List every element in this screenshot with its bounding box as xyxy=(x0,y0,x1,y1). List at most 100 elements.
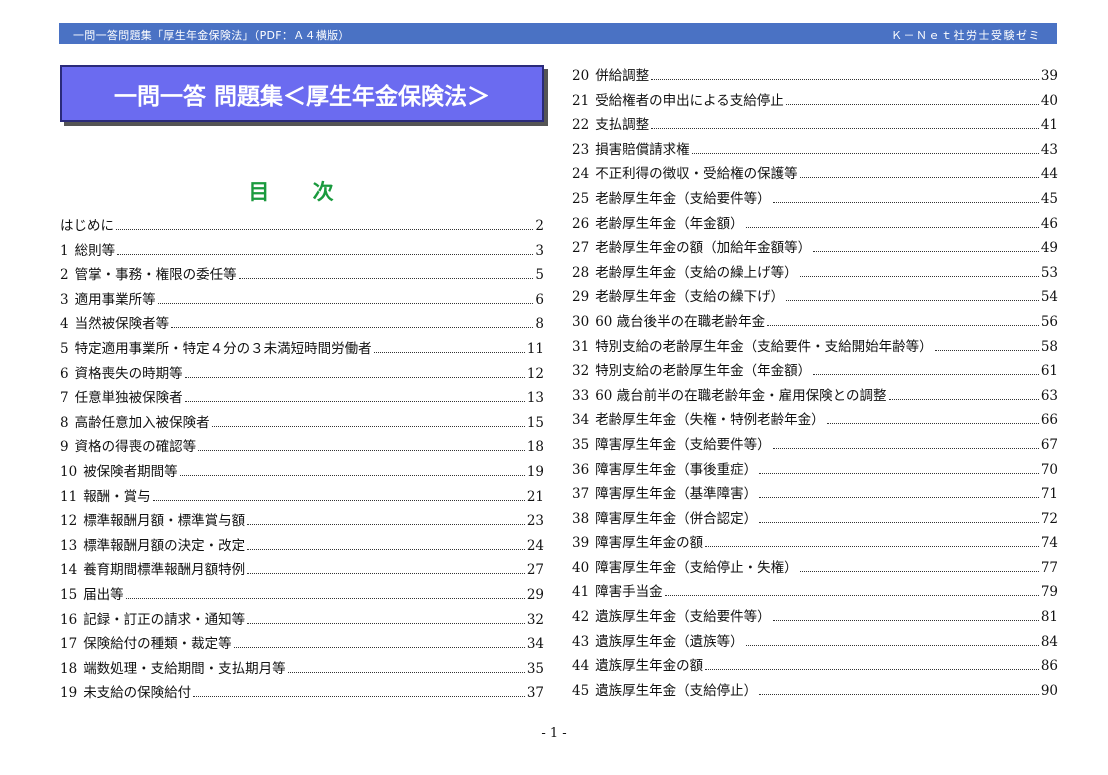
toc-entry-page: 63 xyxy=(1040,387,1058,404)
toc-entry[interactable]: 32 特別支給の老齢厚生年金（年金額） 61 xyxy=(572,359,1058,384)
toc-entry-number: 44 xyxy=(572,658,590,675)
toc-entry[interactable]: 36 障害厚生年金（事後重症） 70 xyxy=(572,458,1058,483)
toc-entry-page: 27 xyxy=(526,562,544,579)
toc-entry[interactable]: 39 障害厚生年金の額 74 xyxy=(572,531,1058,556)
toc-entry-label: 高齢任意加入被保険者 xyxy=(74,414,210,431)
toc-entry-number: 6 xyxy=(60,365,69,382)
toc-entry[interactable]: 2 管掌・事務・権限の委任等 5 xyxy=(60,263,544,288)
toc-entry[interactable]: 12 標準報酬月額・標準賞与額 23 xyxy=(60,509,544,534)
toc-entry-label: 保険給付の種類・裁定等 xyxy=(83,636,232,653)
toc-entry[interactable]: 8 高齢任意加入被保険者 15 xyxy=(60,411,544,436)
toc-entry[interactable]: 10 被保険者期間等 19 xyxy=(60,460,544,485)
toc-entry-page: 29 xyxy=(526,586,544,603)
toc-entry-page: 24 xyxy=(526,537,544,554)
toc-entry-page: 84 xyxy=(1040,633,1058,650)
toc-entry-label: 遺族厚生年金（遺族等） xyxy=(595,633,744,650)
toc-entry-page: 2 xyxy=(535,218,544,234)
toc-entry-label: 障害厚生年金（支給要件等） xyxy=(595,436,771,453)
toc-entry[interactable]: 18 端数処理・支給期間・支払期月等 35 xyxy=(60,657,544,682)
toc-entry-number: 30 xyxy=(572,313,590,330)
toc-entry[interactable]: 34 老齢厚生年金（失権・特例老齢年金） 66 xyxy=(572,408,1058,433)
toc-entry-label: 老齢厚生年金（支給の繰下げ） xyxy=(595,289,785,306)
toc-entry-number: 25 xyxy=(572,190,590,207)
toc-entry-label: 当然被保険者等 xyxy=(74,316,170,333)
toc-entry-page: 77 xyxy=(1040,559,1058,576)
toc-entry[interactable]: 7 任意単独被保険者 13 xyxy=(60,386,544,411)
toc-entry[interactable]: 25 老齢厚生年金（支給要件等） 45 xyxy=(572,187,1058,212)
toc-entry-page: 46 xyxy=(1040,215,1058,232)
toc-entry[interactable]: 4 当然被保険者等 8 xyxy=(60,312,544,337)
toc-entry[interactable]: 37 障害厚生年金（基準障害） 71 xyxy=(572,482,1058,507)
toc-entry-number: 31 xyxy=(572,338,590,355)
page-number: - 1 - xyxy=(541,726,567,741)
toc-dot-leader xyxy=(826,415,1039,425)
toc-entry-label: 資格喪失の時期等 xyxy=(74,365,183,382)
toc-dot-leader xyxy=(705,661,1039,671)
toc-entry-label: 支払調整 xyxy=(595,117,650,134)
toc-right-column: 20 併給調整 39 21 受給権者の申出による支給停止 40 22 支払調整 41 23 損害賠償… xyxy=(572,64,1058,703)
toc-entry[interactable]: 42 遺族厚生年金（支給要件等） 81 xyxy=(572,605,1058,630)
toc-entry[interactable]: 14 養育期間標準報酬月額特例 27 xyxy=(60,558,544,583)
toc-dot-leader xyxy=(179,467,525,476)
toc-entry-number: 17 xyxy=(60,636,78,653)
toc-entry[interactable]: 24 不正利得の徴収・受給権の保護等 44 xyxy=(572,162,1058,187)
toc-entry[interactable]: 44 遺族厚生年金の額 86 xyxy=(572,654,1058,679)
toc-entry[interactable]: 11 報酬・賞与 21 xyxy=(60,485,544,510)
toc-dot-leader xyxy=(287,664,525,673)
toc-dot-leader xyxy=(247,614,525,624)
toc-entry[interactable]: 38 障害厚生年金（併合認定） 72 xyxy=(572,507,1058,532)
toc-entry[interactable]: 23 損害賠償請求権 43 xyxy=(572,138,1058,163)
toc-entry[interactable]: 9 資格の得喪の確認等 18 xyxy=(60,435,544,460)
toc-dot-leader xyxy=(813,243,1039,253)
toc-entry-page: 72 xyxy=(1040,510,1058,527)
toc-entry[interactable]: 29 老齢厚生年金（支給の繰下げ） 54 xyxy=(572,285,1058,310)
toc-entry[interactable]: 19 未支給の保険給付 37 xyxy=(60,681,544,706)
toc-entry[interactable]: 40 障害厚生年金（支給停止・失権） 77 xyxy=(572,556,1058,581)
toc-entry[interactable]: 6 資格喪失の時期等 12 xyxy=(60,362,544,387)
toc-entry[interactable]: 13 標準報酬月額の決定・改定 24 xyxy=(60,534,544,559)
toc-entry[interactable]: 16 記録・訂正の請求・通知等 32 xyxy=(60,608,544,633)
toc-dot-leader xyxy=(705,538,1039,548)
toc-entry-number: 20 xyxy=(572,68,590,84)
toc-entry[interactable]: 43 遺族厚生年金（遺族等） 84 xyxy=(572,630,1058,655)
toc-entry[interactable]: 28 老齢厚生年金（支給の繰上げ等） 53 xyxy=(572,261,1058,286)
toc-entry[interactable]: 45 遺族厚生年金（支給停止） 90 xyxy=(572,679,1058,704)
toc-entry[interactable]: 30 60 歳台後半の在職老齢年金 56 xyxy=(572,310,1058,335)
toc-entry-label: 特定適用事業所・特定４分の３未満短時間労働者 xyxy=(74,340,372,357)
toc-entry[interactable]: 22 支払調整 41 xyxy=(572,113,1058,138)
toc-entry[interactable]: 5 特定適用事業所・特定４分の３未満短時間労働者 11 xyxy=(60,337,544,362)
toc-entry-label: 端数処理・支給期間・支払期月等 xyxy=(83,660,286,677)
toc-entry-label: 受給権者の申出による支給停止 xyxy=(595,92,784,109)
toc-entry[interactable]: 27 老齢厚生年金の額（加給年金額等） 49 xyxy=(572,236,1058,261)
toc-entry[interactable]: 41 障害手当金 79 xyxy=(572,580,1058,605)
toc-entry[interactable]: はじめに 2 xyxy=(60,214,544,239)
toc-entry[interactable]: 26 老齢厚生年金（年金額） 46 xyxy=(572,212,1058,237)
toc-entry[interactable]: 33 60 歳台前半の在職老齢年金・雇用保険との調整 63 xyxy=(572,384,1058,409)
toc-entry-number: 37 xyxy=(572,486,590,503)
toc-entry[interactable]: 3 適用事業所等 6 xyxy=(60,288,544,313)
toc-dot-leader xyxy=(157,295,534,304)
toc-entry-number: 1 xyxy=(60,242,69,259)
toc-entry[interactable]: 17 保険給付の種類・裁定等 34 xyxy=(60,632,544,657)
toc-entry[interactable]: 35 障害厚生年金（支給要件等） 67 xyxy=(572,433,1058,458)
toc-dot-leader xyxy=(799,563,1039,572)
toc-entry[interactable]: 15 届出等 29 xyxy=(60,583,544,608)
toc-entry-label: 遺族厚生年金（支給要件等） xyxy=(595,609,771,626)
toc-entry-label: 60 歳台前半の在職老齢年金・雇用保険との調整 xyxy=(595,387,887,404)
toc-entry-page: 19 xyxy=(526,463,544,480)
toc-entry-label: 損害賠償請求権 xyxy=(595,141,690,158)
toc-entry[interactable]: 31 特別支給の老齢厚生年金（支給要件・支給開始年齢等） 58 xyxy=(572,335,1058,360)
toc-entry[interactable]: 1 総則等 3 xyxy=(60,239,544,264)
toc-dot-leader xyxy=(759,464,1039,474)
toc-entry-number: 14 xyxy=(60,562,78,579)
toc-entry[interactable]: 21 受給権者の申出による支給停止 40 xyxy=(572,89,1058,114)
toc-entry-page: 41 xyxy=(1040,117,1058,134)
toc-dot-leader xyxy=(184,393,525,403)
toc-dot-leader xyxy=(247,516,525,526)
toc-entry-page: 40 xyxy=(1040,92,1058,109)
toc-entry[interactable]: 20 併給調整 39 xyxy=(572,64,1058,89)
toc-entry-number: 3 xyxy=(60,291,69,308)
toc-entry-label: 未支給の保険給付 xyxy=(83,685,192,702)
toc-entry-label: 60 歳台後半の在職老齢年金 xyxy=(595,313,766,330)
toc-entry-label: 遺族厚生年金（支給停止） xyxy=(595,682,758,699)
